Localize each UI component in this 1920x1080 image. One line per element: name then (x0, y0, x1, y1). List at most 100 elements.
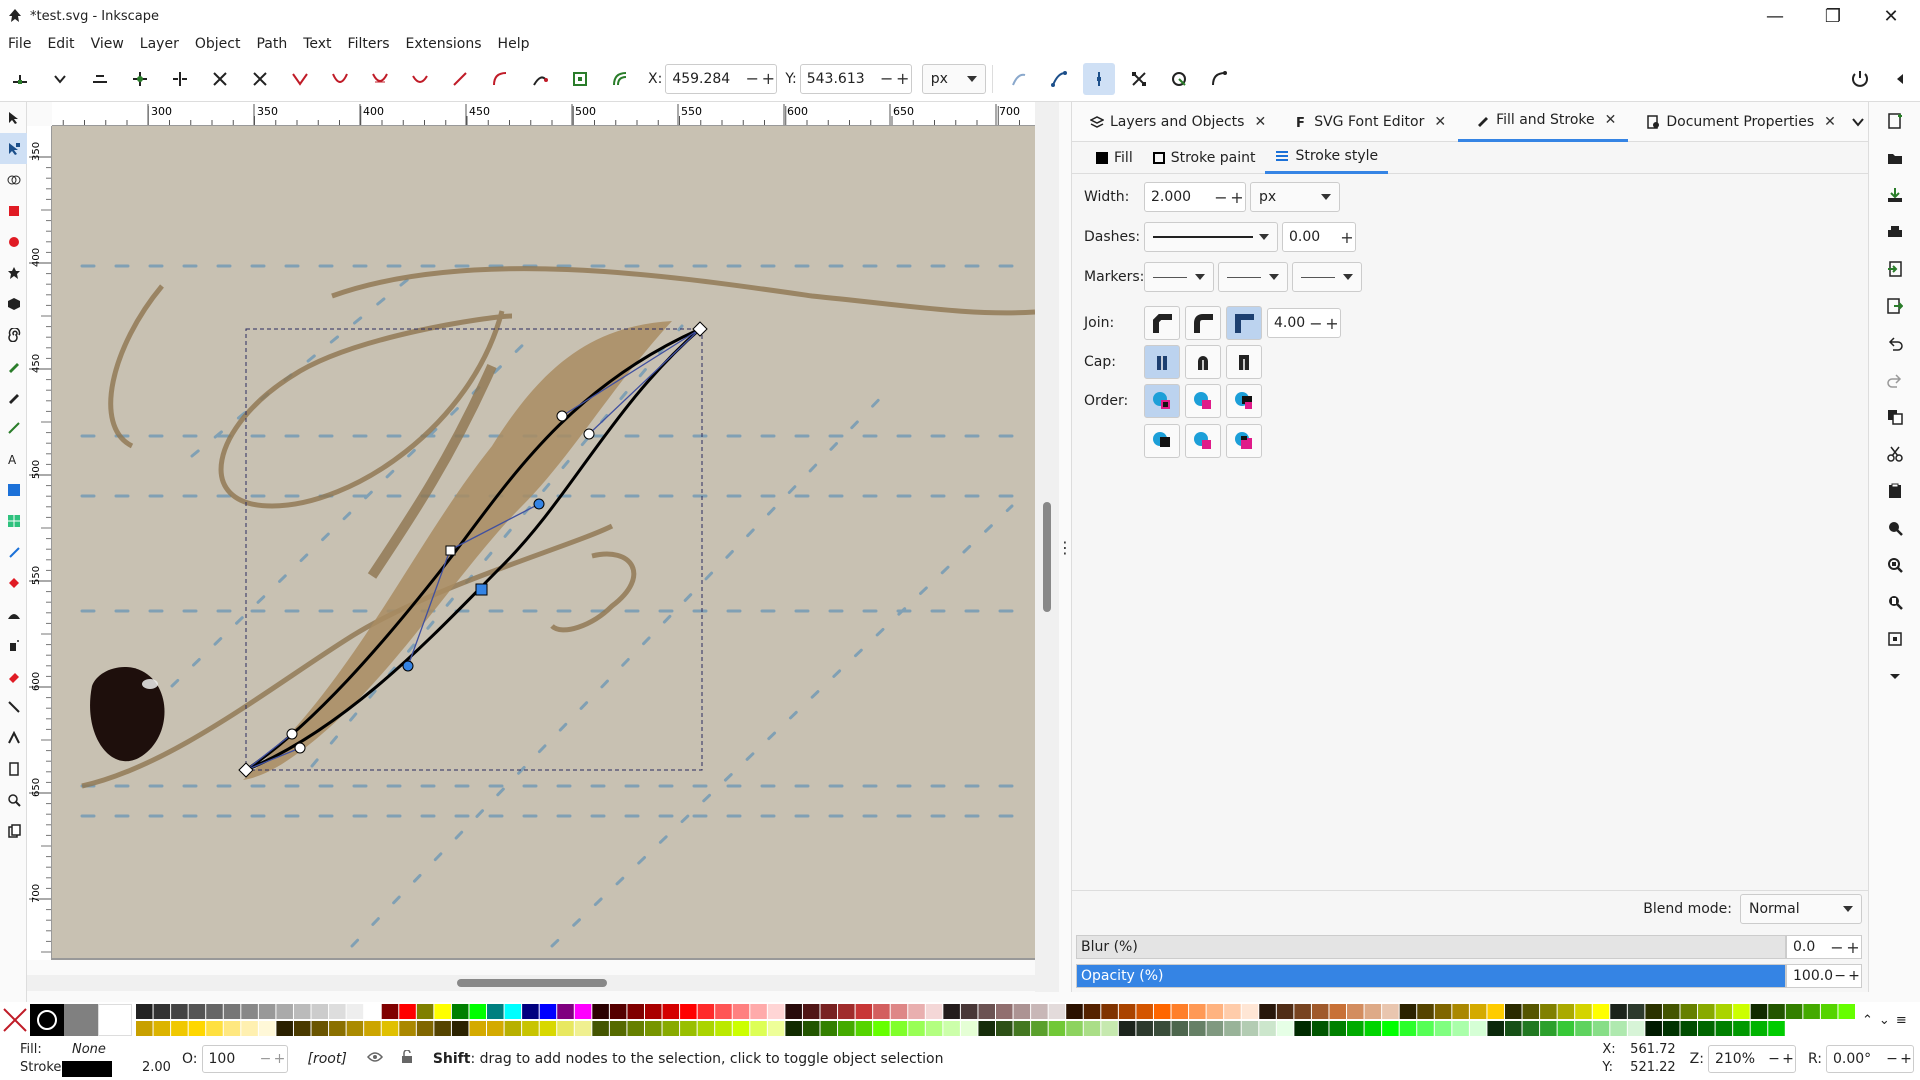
color-swatch[interactable] (873, 1004, 890, 1019)
color-swatch[interactable] (434, 1004, 451, 1019)
color-swatch[interactable] (1118, 1004, 1136, 1019)
menu-text[interactable]: Text (295, 32, 339, 56)
zoom-tool-icon[interactable] (0, 784, 27, 815)
color-swatch[interactable] (188, 1004, 206, 1019)
opacity-increment-button[interactable]: + (1847, 968, 1861, 984)
color-swatch[interactable] (171, 1021, 188, 1036)
color-swatch[interactable] (557, 1021, 574, 1036)
y-value[interactable]: 543.613 (807, 71, 879, 87)
node-smooth-icon[interactable] (324, 63, 356, 95)
color-swatch[interactable] (1610, 1021, 1627, 1036)
color-swatch[interactable] (1434, 1021, 1452, 1036)
black-swatch-unset-icon[interactable] (30, 1004, 64, 1036)
show-outline-icon[interactable] (1043, 63, 1075, 95)
color-swatch[interactable] (925, 1021, 943, 1036)
color-swatch[interactable] (1048, 1004, 1066, 1019)
color-swatch[interactable] (276, 1004, 293, 1019)
color-swatch[interactable] (1768, 1004, 1785, 1019)
color-swatch[interactable] (1522, 1004, 1540, 1019)
node-tool-icon[interactable] (0, 133, 27, 164)
color-swatch[interactable] (1575, 1004, 1592, 1019)
color-swatch[interactable] (925, 1004, 943, 1019)
color-swatch[interactable] (329, 1004, 346, 1019)
color-swatch[interactable] (1645, 1021, 1662, 1036)
miter-increment-button[interactable]: + (1324, 314, 1340, 333)
color-swatch[interactable] (890, 1021, 908, 1036)
insert-node-dropdown-icon[interactable] (44, 63, 76, 95)
color-swatch[interactable] (1504, 1021, 1522, 1036)
color-swatch[interactable] (1698, 1021, 1715, 1036)
unit-dropdown[interactable]: px (921, 63, 986, 94)
color-swatch[interactable] (206, 1021, 223, 1036)
connector-tool-icon[interactable] (0, 691, 27, 722)
order-stroke-fill-markers-icon[interactable] (1185, 384, 1221, 418)
blur-increment-button[interactable]: + (1845, 938, 1861, 957)
color-swatch[interactable] (1259, 1021, 1276, 1036)
close-tab-icon[interactable]: ✕ (1254, 114, 1266, 130)
color-swatch[interactable] (680, 1021, 697, 1036)
color-swatch[interactable] (1171, 1004, 1189, 1019)
spiral-tool-icon[interactable] (0, 319, 27, 350)
color-swatch[interactable] (574, 1004, 592, 1019)
color-swatch[interactable] (1469, 1004, 1487, 1019)
pencil-tool-icon[interactable] (0, 381, 27, 412)
tweak-tool-icon[interactable] (0, 598, 27, 629)
color-swatch[interactable] (1382, 1004, 1399, 1019)
color-swatch[interactable] (644, 1021, 662, 1036)
color-swatch[interactable] (539, 1021, 557, 1036)
color-swatch[interactable] (399, 1004, 416, 1019)
color-swatch[interactable] (451, 1021, 469, 1036)
color-swatch[interactable] (978, 1021, 995, 1036)
color-swatch[interactable] (1241, 1021, 1259, 1036)
color-swatch[interactable] (1031, 1021, 1048, 1036)
rectangle-tool-icon[interactable] (0, 195, 27, 226)
color-swatch[interactable] (1838, 1004, 1855, 1019)
join-nodes-icon[interactable] (124, 63, 156, 95)
color-swatch[interactable] (1031, 1004, 1048, 1019)
path-effect-icon[interactable] (604, 63, 636, 95)
color-swatch[interactable] (943, 1021, 960, 1036)
color-swatch[interactable] (416, 1004, 434, 1019)
color-swatch[interactable] (1452, 1004, 1469, 1019)
color-swatch[interactable] (1382, 1021, 1399, 1036)
join-segment-icon[interactable] (244, 63, 276, 95)
color-swatch[interactable] (1627, 1021, 1645, 1036)
layer-visibility-icon[interactable] (366, 1051, 383, 1067)
color-swatch[interactable] (522, 1004, 539, 1019)
node-cusp-icon[interactable] (284, 63, 316, 95)
stroke-width-value[interactable]: 2.00 (142, 1044, 172, 1075)
color-swatch[interactable] (1013, 1004, 1031, 1019)
color-swatch[interactable] (1645, 1004, 1662, 1019)
segment-curve-icon[interactable] (484, 63, 516, 95)
vertical-ruler[interactable]: 350 400 450 500 550 600 650 700 (27, 126, 52, 960)
color-swatch[interactable] (293, 1021, 311, 1036)
color-swatch[interactable] (539, 1004, 557, 1019)
redo-icon[interactable] (1869, 361, 1920, 398)
color-swatch[interactable] (1153, 1004, 1171, 1019)
color-swatch[interactable] (487, 1004, 504, 1019)
spray-tool-icon[interactable] (0, 629, 27, 660)
order-markers-stroke-fill-icon[interactable] (1226, 424, 1262, 458)
color-swatch[interactable] (820, 1021, 838, 1036)
color-swatch[interactable] (1733, 1004, 1750, 1019)
color-swatch[interactable] (767, 1004, 785, 1019)
palette-swatches[interactable] (136, 1004, 1856, 1036)
vertical-scrollbar[interactable] (1035, 102, 1059, 992)
export-icon[interactable] (1869, 287, 1920, 324)
color-swatch[interactable] (1487, 1021, 1504, 1036)
color-swatch[interactable] (1399, 1021, 1417, 1036)
color-swatch[interactable] (697, 1021, 715, 1036)
color-swatch[interactable] (750, 1021, 767, 1036)
dash-offset-increment-button[interactable]: + (1339, 228, 1355, 247)
color-swatch[interactable] (1487, 1004, 1504, 1019)
color-swatch[interactable] (258, 1021, 276, 1036)
color-swatch[interactable] (1013, 1021, 1031, 1036)
opacity-value[interactable]: 100.0 (1793, 968, 1833, 984)
width-value[interactable]: 2.000 (1151, 189, 1213, 205)
no-paint-swatch-icon[interactable] (0, 1005, 30, 1035)
color-swatch[interactable] (1750, 1004, 1768, 1019)
white-swatch[interactable] (98, 1004, 132, 1036)
menu-extensions[interactable]: Extensions (398, 32, 490, 56)
tab-fill-and-stroke[interactable]: Fill and Stroke ✕ (1458, 102, 1629, 142)
color-swatch[interactable] (1803, 1004, 1820, 1019)
